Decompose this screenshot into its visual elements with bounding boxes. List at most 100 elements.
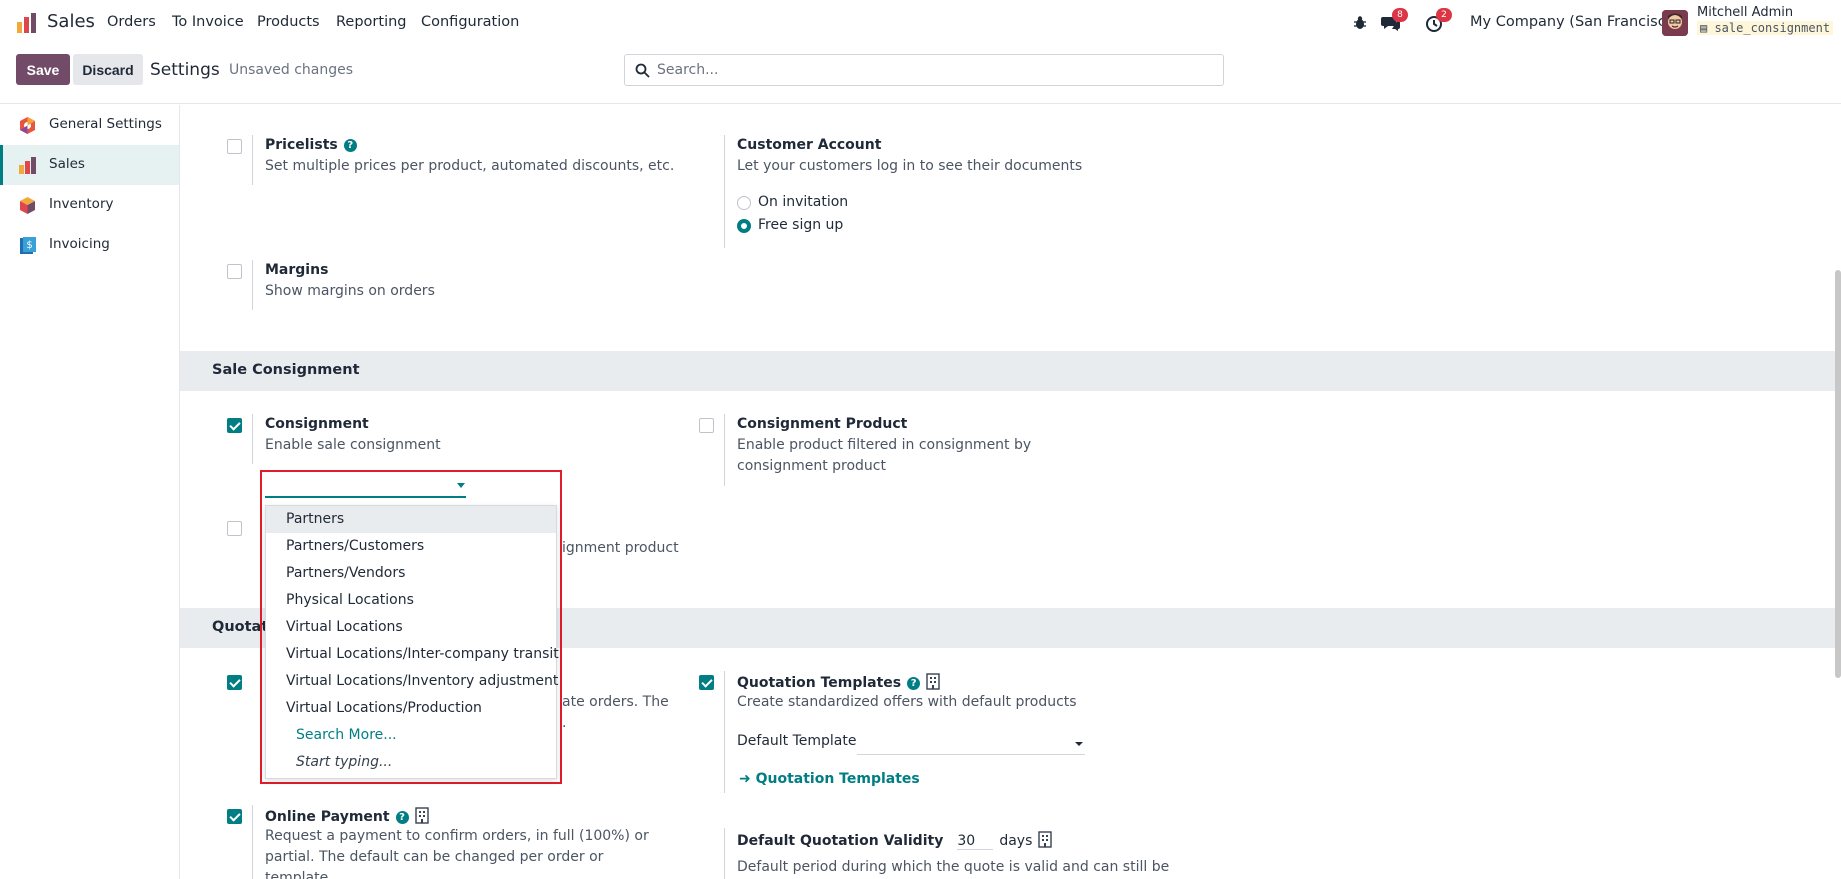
chevron-down-icon[interactable] [1075, 742, 1083, 746]
online-payment-title: Online Payment? [265, 807, 429, 825]
sales-icon [19, 157, 36, 174]
setting-divider [724, 414, 725, 486]
setting-divider [252, 414, 253, 464]
quotation-setting-desc-fragment: ate orders. The [562, 694, 669, 710]
help-icon[interactable]: ? [907, 677, 921, 690]
help-icon[interactable]: ? [395, 811, 409, 824]
dropdown-option[interactable]: Virtual Locations [266, 614, 556, 641]
quotation-setting-desc-fragment-2: . [562, 715, 567, 731]
search-icon [635, 63, 650, 78]
customer-account-title: Customer Account [737, 137, 882, 153]
default-template-select[interactable] [857, 754, 1085, 755]
database-name: sale_consignment [1714, 21, 1831, 35]
hidden-setting-checkbox[interactable] [227, 521, 242, 536]
customer-account-desc: Let your customers log in to see their d… [737, 158, 1083, 174]
margins-title: Margins [265, 262, 329, 278]
default-template-label: Default Template [737, 733, 857, 749]
help-icon[interactable]: ? [343, 139, 357, 152]
consignment-checkbox[interactable] [227, 418, 242, 433]
menu-products[interactable]: Products [257, 14, 320, 30]
discard-button[interactable]: Discard [73, 54, 143, 85]
quotation-validity-title: Default Quotation Validity 30 days [737, 831, 1053, 850]
pricelists-title: Pricelists? [265, 137, 357, 153]
consignment-product-title: Consignment Product [737, 416, 908, 432]
setting-divider [252, 805, 253, 879]
dropdown-option[interactable]: Virtual Locations/Production [266, 695, 556, 722]
validity-unit: days [999, 833, 1033, 849]
invoicing-icon: $ [20, 237, 36, 254]
search-input[interactable] [657, 56, 1217, 84]
validity-days-input[interactable]: 30 [957, 833, 994, 850]
margins-desc: Show margins on orders [265, 283, 435, 299]
consignment-desc: Enable sale consignment [265, 437, 441, 453]
free-signup-label[interactable]: Free sign up [758, 217, 843, 233]
company-building-icon [414, 807, 429, 824]
search-box[interactable] [624, 54, 1224, 86]
dropdown-option[interactable]: Partners/Customers [266, 533, 556, 560]
sidebar-item-invoicing[interactable]: $ Invoicing [0, 225, 179, 265]
odoo-settings-icon [20, 117, 35, 134]
menu-configuration[interactable]: Configuration [421, 14, 519, 30]
bug-icon[interactable] [1351, 14, 1369, 32]
dropdown-option[interactable]: Partners/Vendors [266, 560, 556, 587]
company-switcher[interactable]: My Company (San Francisco) [1470, 14, 1680, 30]
quotation-templates-link[interactable]: ➜ Quotation Templates [739, 771, 920, 787]
pricelists-checkbox[interactable] [227, 139, 242, 154]
sales-app-icon[interactable] [16, 12, 38, 34]
menu-to-invoice[interactable]: To Invoice [172, 14, 244, 30]
location-dropdown-menu: Partners Partners/Customers Partners/Ven… [265, 505, 559, 779]
menu-reporting[interactable]: Reporting [336, 14, 407, 30]
scrollbar[interactable] [1835, 270, 1841, 678]
database-tag: ▤ sale_consignment [1697, 21, 1834, 35]
dropdown-option[interactable]: Virtual Locations/Inter-company transit [266, 641, 559, 668]
dropdown-option[interactable]: Physical Locations [266, 587, 556, 614]
activities-button[interactable]: 2 [1425, 8, 1452, 33]
consignment-location-input[interactable] [265, 496, 466, 498]
arrow-right-icon: ➜ [739, 771, 756, 787]
messages-badge: 8 [1392, 8, 1408, 22]
pricelists-desc: Set multiple prices per product, automat… [265, 158, 675, 174]
menu-orders[interactable]: Orders [107, 14, 156, 30]
setting-divider [724, 828, 725, 879]
page-title: Settings [150, 60, 220, 80]
database-icon: ▤ [1700, 21, 1715, 35]
avatar[interactable] [1662, 10, 1688, 36]
online-payment-desc: Request a payment to confirm orders, in … [265, 828, 649, 879]
consignment-product-checkbox[interactable] [699, 418, 714, 433]
online-payment-checkbox[interactable] [227, 809, 242, 824]
svg-text:$: $ [26, 240, 32, 251]
settings-sidebar: General Settings Sales Inventory $ Invoi… [0, 105, 180, 879]
dropdown-option[interactable]: Partners [266, 506, 556, 533]
on-invitation-radio[interactable] [737, 196, 751, 210]
chevron-down-icon[interactable] [457, 483, 465, 488]
sidebar-item-inventory[interactable]: Inventory [0, 185, 179, 225]
setting-divider [252, 135, 253, 185]
on-invitation-label[interactable]: On invitation [758, 194, 848, 210]
messages-button[interactable]: 8 [1381, 8, 1408, 33]
app-name[interactable]: Sales [47, 11, 95, 32]
quotation-templates-checkbox[interactable] [699, 675, 714, 690]
user-avatar-image [1662, 10, 1688, 36]
sidebar-item-sales[interactable]: Sales [0, 145, 179, 185]
quotation-setting-checkbox[interactable] [227, 675, 242, 690]
unsaved-status: Unsaved changes [229, 62, 354, 78]
dropdown-option[interactable]: Virtual Locations/Inventory adjustment [266, 668, 558, 695]
save-button[interactable]: Save [16, 54, 70, 85]
search-more-link[interactable]: Search More... [266, 722, 556, 749]
section-header-sale-consignment: Sale Consignment [180, 351, 1835, 391]
sidebar-item-general-settings[interactable]: General Settings [0, 105, 179, 145]
setting-divider [724, 671, 725, 793]
start-typing-hint: Start typing... [296, 754, 393, 770]
sidebar-item-label: General Settings [49, 116, 162, 132]
activities-badge: 2 [1436, 8, 1452, 22]
inventory-icon [20, 197, 35, 214]
margins-checkbox[interactable] [227, 264, 242, 279]
free-signup-radio[interactable] [737, 219, 751, 233]
quotation-validity-desc: Default period during which the quote is… [737, 859, 1170, 875]
sidebar-item-label: Invoicing [49, 236, 110, 252]
hidden-setting-desc: ignment product [562, 540, 679, 556]
company-building-icon [926, 673, 940, 690]
consignment-product-desc: Enable product filtered in consignment b… [737, 437, 1032, 474]
section-title: Sale Consignment [212, 362, 360, 378]
user-name[interactable]: Mitchell Admin [1697, 5, 1793, 20]
